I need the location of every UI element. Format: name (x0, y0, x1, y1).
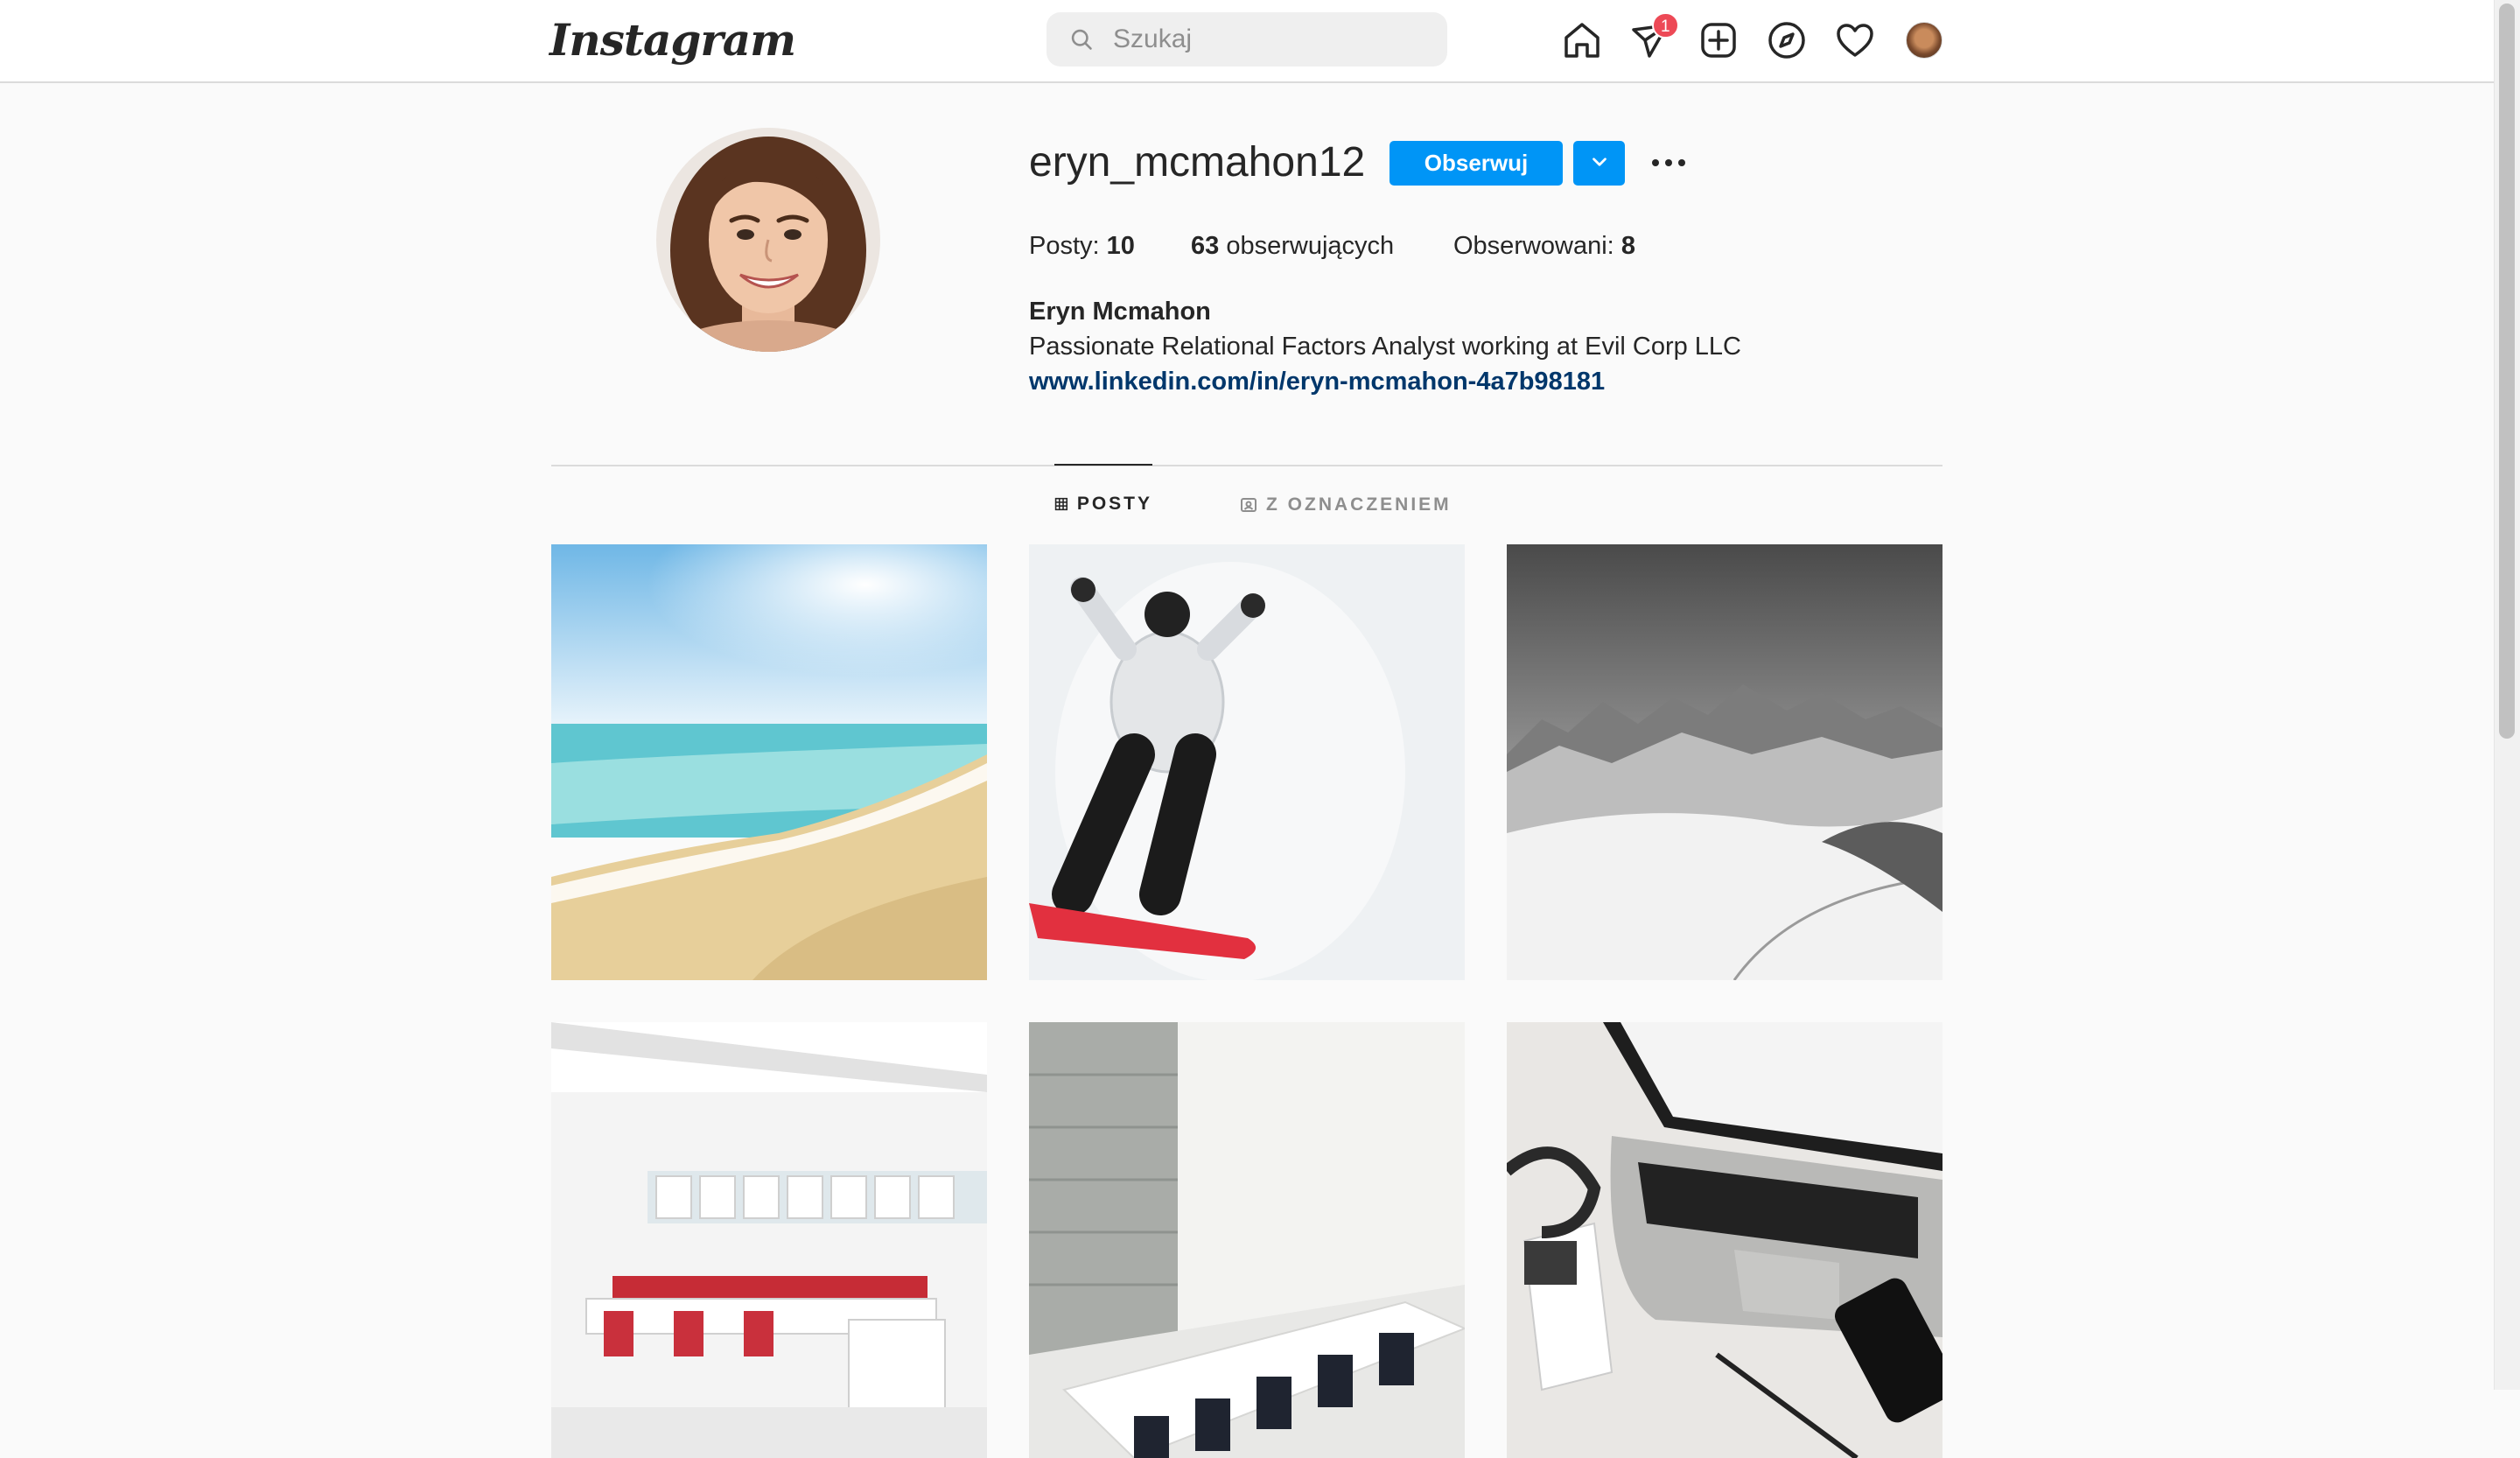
profile-full-name: Eryn Mcmahon (1029, 298, 1211, 326)
search-input[interactable] (1111, 12, 1435, 67)
tab-tagged-label: Z OZNACZENIEM (1266, 494, 1452, 515)
post-thumbnail[interactable] (1029, 544, 1465, 980)
explore-icon[interactable] (1766, 19, 1808, 61)
profile-website-link[interactable]: www.linkedin.com/in/eryn-mcmahon-4a7b981… (1029, 368, 1605, 396)
user-avatar[interactable] (1906, 22, 1942, 59)
top-navigation-bar: Instagram 1 (0, 0, 2494, 83)
tab-posts[interactable]: POSTY (1054, 464, 1152, 543)
tagged-icon (1241, 498, 1256, 512)
following-stat[interactable]: Obserwowani: 8 (1453, 232, 1635, 261)
followers-label: obserwujących (1226, 232, 1395, 260)
activity-heart-icon[interactable] (1834, 19, 1876, 61)
profile-avatar (656, 128, 880, 352)
more-icon (1652, 159, 1685, 166)
post-thumbnail[interactable] (551, 1022, 987, 1458)
tab-posts-label: POSTY (1076, 494, 1152, 514)
post-thumbnail[interactable] (1507, 1022, 1942, 1458)
post-thumbnail[interactable] (1029, 1022, 1465, 1458)
follow-button[interactable]: Obserwuj (1390, 141, 1563, 186)
posts-count: 10 (1106, 232, 1135, 260)
post-thumbnail[interactable] (1507, 544, 1942, 980)
home-icon[interactable] (1561, 19, 1603, 61)
search-box[interactable] (1046, 12, 1447, 67)
following-label: Obserwowani: (1453, 232, 1614, 260)
profile-username: eryn_mcmahon12 (1029, 139, 1366, 186)
tab-tagged[interactable]: Z OZNACZENIEM (1240, 466, 1452, 544)
following-count: 8 (1620, 232, 1635, 260)
suggested-accounts-button[interactable] (1573, 141, 1625, 186)
page-scrollbar-thumb[interactable] (2499, 4, 2515, 739)
new-post-icon[interactable] (1698, 19, 1740, 61)
grid-icon (1054, 497, 1068, 511)
followers-stat[interactable]: 63 obserwujących (1191, 232, 1394, 261)
chevron-down-icon (1592, 158, 1606, 166)
search-icon (1071, 29, 1092, 50)
followers-count: 63 (1191, 232, 1220, 260)
profile-bio: Passionate Relational Factors Analyst wo… (1029, 333, 1741, 361)
posts-stat: Posty: 10 (1029, 232, 1135, 261)
instagram-logo[interactable]: Instagram (550, 14, 796, 66)
more-options-button[interactable] (1648, 147, 1689, 179)
messages-badge: 1 (1652, 12, 1679, 39)
post-thumbnail[interactable] (551, 544, 987, 980)
posts-label: Posty: (1029, 232, 1100, 260)
